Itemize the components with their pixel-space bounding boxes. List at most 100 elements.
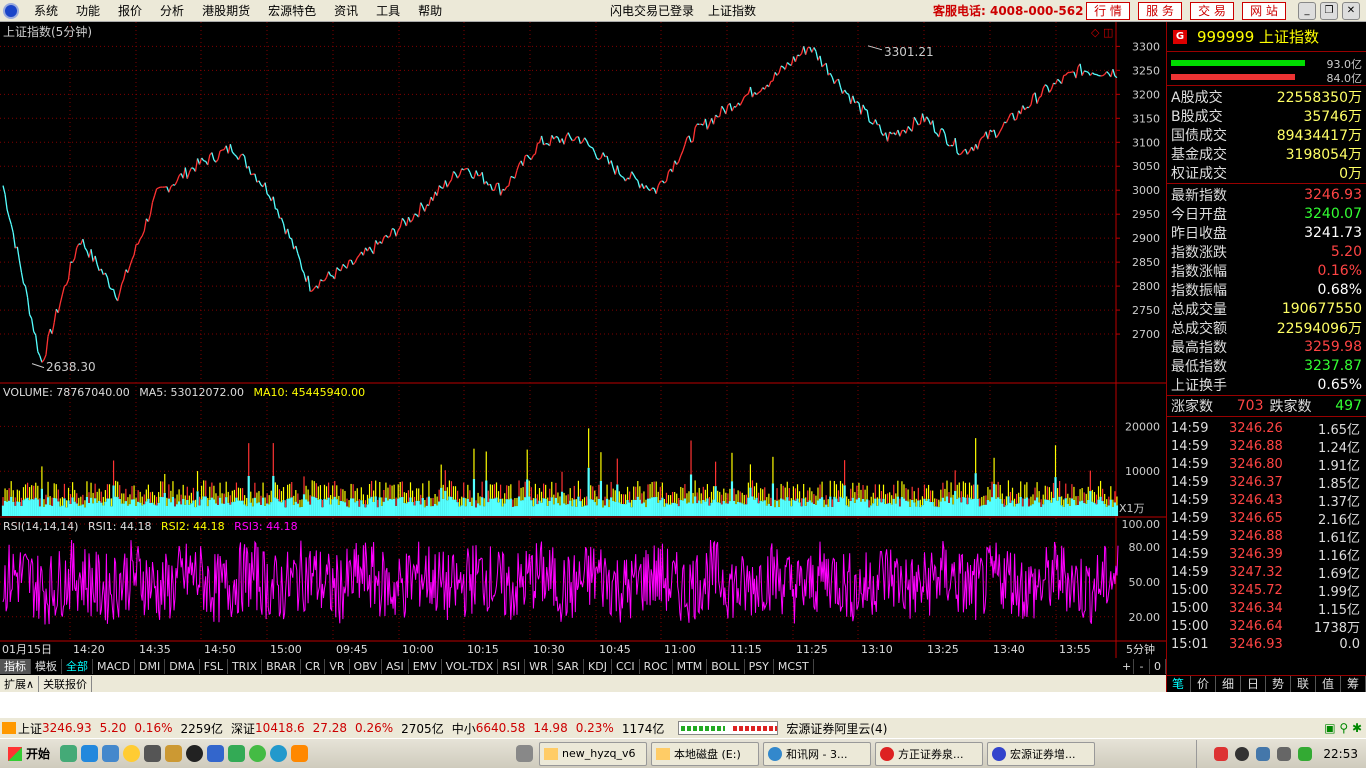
quicklaunch-icon-12[interactable]: [291, 745, 309, 762]
indicator-tab[interactable]: 指标: [0, 659, 31, 674]
tick-row[interactable]: 14:59 3246.65 2.16亿: [1167, 509, 1366, 528]
chrome-icon[interactable]: [249, 745, 267, 762]
indicator-tab[interactable]: CCI: [612, 659, 640, 674]
quicklaunch-icon-1[interactable]: [60, 745, 78, 762]
indicator-tab[interactable]: KDJ: [584, 659, 612, 674]
indicator-tab[interactable]: FSL: [200, 659, 228, 674]
minimize-icon[interactable]: _: [1298, 2, 1316, 20]
quote-tab[interactable]: 联: [1291, 676, 1316, 692]
indicator-tab[interactable]: BRAR: [262, 659, 302, 674]
menu-hk-futures[interactable]: 港股期货: [193, 2, 259, 19]
service-button[interactable]: 服 务: [1138, 2, 1182, 20]
tick-row[interactable]: 14:59 3246.88 1.24亿: [1167, 437, 1366, 456]
indicator-tab[interactable]: SAR: [553, 659, 585, 674]
related-quote-button[interactable]: 关联报价: [39, 675, 93, 692]
task-hongyuan[interactable]: 宏源证券增...: [987, 741, 1096, 766]
chart-option-icon[interactable]: ◇ ◫: [1091, 26, 1113, 39]
price-segment: [133, 244, 137, 256]
task-hexun[interactable]: 和讯网 - 3...: [763, 741, 872, 766]
quote-tab[interactable]: 笔: [1166, 676, 1191, 692]
tick-row[interactable]: 15:01 3246.93 0.0: [1167, 635, 1366, 653]
indicator-tab[interactable]: VR: [325, 659, 350, 674]
indicator-tab[interactable]: 全部: [62, 659, 93, 674]
volume-icon[interactable]: [1277, 746, 1292, 761]
kline-chart[interactable]: 3300 3250 3200 3150 3100 3050 3000 2950 2900 2850…: [0, 22, 1166, 658]
period-label[interactable]: 5分钟: [1126, 642, 1155, 656]
task-new-hyzq[interactable]: new_hyzq_v6: [539, 741, 648, 766]
keyboard-icon[interactable]: [516, 745, 534, 762]
task-local-disk[interactable]: 本地磁盘 (E:): [651, 741, 760, 766]
smile-icon[interactable]: [123, 745, 141, 762]
indicator-tab[interactable]: MCST: [774, 659, 814, 674]
indicator-control-button[interactable]: -: [1134, 659, 1150, 674]
stats-block: 最新指数 3246.93 今日开盘 3240.07 昨日收盘 3241.73 指数涨跌 5.2…: [1167, 184, 1366, 396]
network-icon[interactable]: [1256, 746, 1271, 761]
close-icon[interactable]: ✕: [1342, 2, 1360, 20]
quicklaunch-icon-9[interactable]: [228, 745, 246, 762]
quote-tab[interactable]: 势: [1266, 676, 1291, 692]
qq-tray-icon[interactable]: [1235, 746, 1250, 761]
tray-icon[interactable]: [1214, 746, 1229, 761]
quote-tab[interactable]: 价: [1191, 676, 1216, 692]
trade-button[interactable]: 交 易: [1190, 2, 1234, 20]
price-segment: [655, 185, 659, 194]
quote-tab[interactable]: 日: [1241, 676, 1266, 692]
indicator-tab[interactable]: ASI: [382, 659, 409, 674]
tick-row[interactable]: 15:00 3246.64 1738万: [1167, 617, 1366, 636]
indicator-tab[interactable]: TRIX: [228, 659, 263, 674]
indicator-tab[interactable]: DMA: [165, 659, 200, 674]
tick-row[interactable]: 14:59 3246.80 1.91亿: [1167, 455, 1366, 474]
tick-row[interactable]: 14:59 3246.37 1.85亿: [1167, 473, 1366, 492]
server-name[interactable]: 宏源证券阿里云(4): [786, 720, 887, 737]
menu-function[interactable]: 功能: [67, 2, 109, 19]
tick-row[interactable]: 15:00 3246.34 1.15亿: [1167, 599, 1366, 618]
menu-help[interactable]: 帮助: [409, 2, 451, 19]
menu-system[interactable]: 系统: [25, 2, 67, 19]
start-button[interactable]: 开始: [0, 742, 58, 766]
menu-analysis[interactable]: 分析: [151, 2, 193, 19]
tick-row[interactable]: 14:59 3246.26 1.65亿: [1167, 419, 1366, 438]
qq-icon[interactable]: [186, 745, 204, 762]
g-icon[interactable]: G: [1173, 29, 1187, 44]
indicator-tab[interactable]: CR: [301, 659, 326, 674]
indicator-tab[interactable]: PSY: [745, 659, 774, 674]
quote-tab[interactable]: 值: [1316, 676, 1341, 692]
indicator-control-button[interactable]: 0: [1150, 659, 1166, 674]
browser-icon[interactable]: [270, 745, 288, 762]
tick-row[interactable]: 14:59 3246.43 1.37亿: [1167, 491, 1366, 510]
indicator-control-button[interactable]: +: [1118, 659, 1134, 674]
tick-row[interactable]: 14:59 3246.88 1.61亿: [1167, 527, 1366, 546]
indicator-tab[interactable]: MTM: [673, 659, 708, 674]
indicator-tab[interactable]: RSI: [498, 659, 526, 674]
tray-icon[interactable]: [1298, 746, 1313, 761]
menu-tools[interactable]: 工具: [367, 2, 409, 19]
indicator-tab[interactable]: VOL-TDX: [442, 659, 499, 674]
media-icon[interactable]: [144, 745, 162, 762]
tick-row[interactable]: 15:00 3245.72 1.99亿: [1167, 581, 1366, 600]
indicator-tab[interactable]: DMI: [135, 659, 166, 674]
indicator-tab[interactable]: ROC: [640, 659, 673, 674]
quote-tab[interactable]: 筹: [1341, 676, 1366, 692]
quicklaunch-icon-6[interactable]: [165, 745, 183, 762]
extend-button[interactable]: 扩展∧: [0, 675, 40, 692]
indicator-tab[interactable]: 模板: [31, 659, 62, 674]
tick-row[interactable]: 14:59 3247.32 1.69亿: [1167, 563, 1366, 582]
market-button[interactable]: 行 情: [1086, 2, 1130, 20]
indicator-tab[interactable]: MACD: [93, 659, 135, 674]
task-founder[interactable]: 方正证券泉...: [875, 741, 984, 766]
indicator-tab[interactable]: EMV: [409, 659, 442, 674]
menu-news[interactable]: 资讯: [325, 2, 367, 19]
menu-hongyuan[interactable]: 宏源特色: [259, 2, 325, 19]
quicklaunch-icon-3[interactable]: [102, 745, 120, 762]
website-button[interactable]: 网 站: [1242, 2, 1286, 20]
menu-quote[interactable]: 报价: [109, 2, 151, 19]
tick-row[interactable]: 14:59 3246.39 1.16亿: [1167, 545, 1366, 564]
indicator-tab[interactable]: WR: [525, 659, 553, 674]
quicklaunch-icon-8[interactable]: [207, 745, 225, 762]
ie-icon[interactable]: [81, 745, 99, 762]
indicator-tab[interactable]: BOLL: [707, 659, 745, 674]
quote-tab[interactable]: 细: [1216, 676, 1241, 692]
indicator-tab[interactable]: OBV: [350, 659, 382, 674]
restore-icon[interactable]: ❐: [1320, 2, 1338, 20]
tick-list[interactable]: 14:59 3246.26 1.65亿 14:59 3246.88 1.24亿 14:59 3…: [1167, 417, 1366, 653]
